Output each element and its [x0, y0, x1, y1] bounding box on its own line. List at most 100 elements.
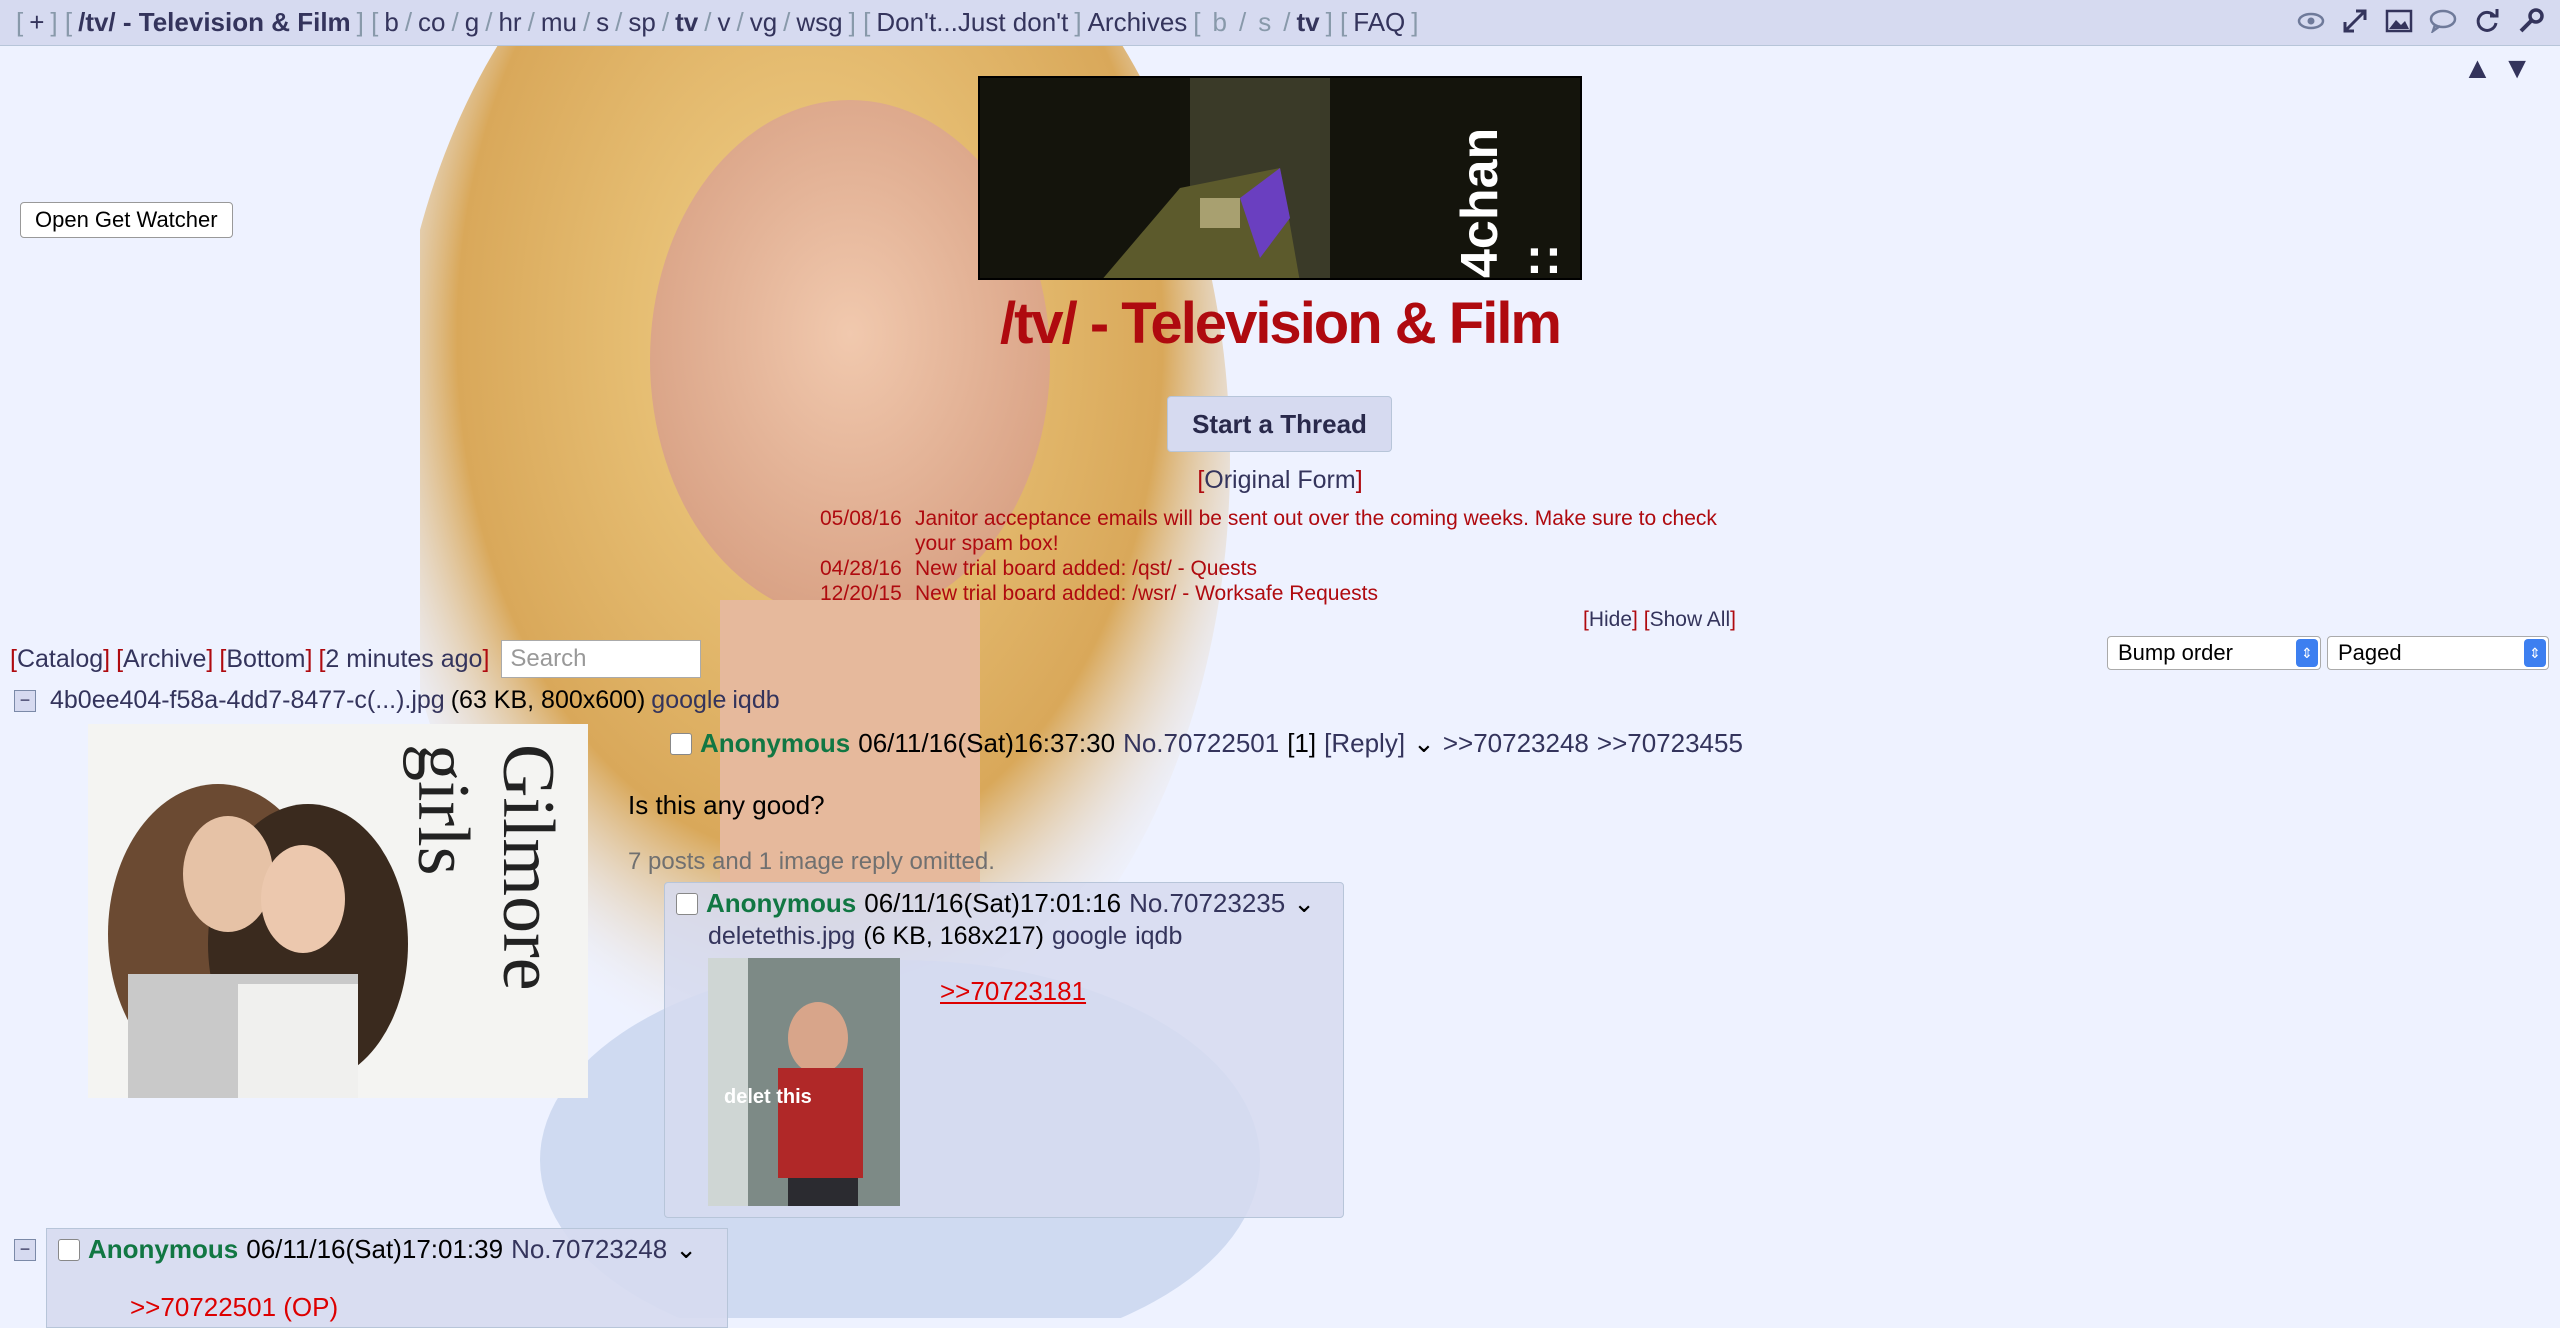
header-icons	[2296, 6, 2546, 36]
board-link-v[interactable]: v	[717, 7, 730, 38]
op-select-checkbox[interactable]	[670, 732, 692, 755]
wrench-icon[interactable]	[2516, 6, 2546, 36]
archive-link-tv[interactable]: tv	[1296, 7, 1319, 38]
omitted-posts-summary[interactable]: 7 posts and 1 image reply omitted.	[628, 848, 995, 876]
op-comment: Is this any good?	[628, 790, 825, 820]
announcement-item: 12/20/15 New trial board added: /wsr/ - …	[820, 581, 1720, 606]
post-menu-chevron-icon[interactable]: ⌄	[1293, 888, 1315, 919]
board-link-g[interactable]: g	[465, 7, 479, 38]
catalog-link[interactable]: Catalog	[17, 645, 103, 673]
reply1-select-checkbox[interactable]	[676, 892, 698, 915]
op-post-number[interactable]: No.70722501	[1123, 728, 1279, 759]
reply1-filename-link[interactable]: deletethis.jpg	[708, 922, 855, 951]
archive-link-b[interactable]: b	[1213, 7, 1227, 38]
bottom-link[interactable]: Bottom	[226, 645, 305, 673]
show-all-announcements-link[interactable]: Show All	[1650, 608, 1731, 631]
reply2-select-checkbox[interactable]	[58, 1238, 80, 1261]
board-link-mu[interactable]: mu	[541, 7, 577, 38]
post-menu-chevron-icon[interactable]: ⌄	[675, 1234, 697, 1265]
current-board-link[interactable]: /tv/ - Television & Film	[78, 7, 351, 38]
announcement-text: Janitor acceptance emails will be sent o…	[915, 507, 1717, 555]
board-link-wsg[interactable]: wsg	[796, 7, 842, 38]
image-icon[interactable]	[2384, 6, 2414, 36]
announcement-date: 04/28/16	[820, 557, 902, 580]
announcements: 05/08/16 Janitor acceptance emails will …	[820, 506, 1720, 606]
iqdb-search-link[interactable]: iqdb	[1135, 922, 1182, 951]
board-link-s[interactable]: s	[596, 7, 609, 38]
original-form-link-wrap: [Original Form]	[1197, 466, 1363, 494]
op-poster-name: Anonymous	[700, 728, 851, 758]
announcement-item: 04/28/16 New trial board added: /qst/ - …	[820, 556, 1720, 581]
reply2-post-info: − Anonymous 06/11/16(Sat)17:01:39 No.707…	[14, 1234, 697, 1265]
add-board-link[interactable]: +	[29, 7, 44, 38]
top-navigation-bar: [ + ] [ /tv/ - Television & Film ] [ b / …	[0, 0, 2560, 46]
view-mode-value: Paged	[2338, 640, 2402, 665]
reply1-quote-link[interactable]: >>70723181	[940, 976, 1086, 1007]
custom-link[interactable]: Don't...Just don't	[876, 7, 1068, 38]
op-file-info: − 4b0ee404-f58a-4dd7-8477-c(...).jpg (63…	[14, 686, 780, 715]
open-get-watcher-button[interactable]: Open Get Watcher	[20, 202, 233, 238]
reply1-datetime: 06/11/16(Sat)17:01:16	[864, 888, 1122, 918]
board-link-co[interactable]: co	[418, 7, 445, 38]
announcement-text: New trial board added: /wsr/ - Worksafe …	[915, 582, 1378, 605]
reply1-thumbnail-image	[708, 958, 900, 1206]
refresh-icon[interactable]	[2472, 6, 2502, 36]
google-search-link[interactable]: google	[1052, 922, 1127, 951]
scroll-arrows: ▲▼	[2463, 52, 2542, 86]
archive-link-s[interactable]: s	[1258, 7, 1271, 38]
iqdb-search-link[interactable]: iqdb	[732, 686, 779, 715]
board-link-hr[interactable]: hr	[498, 7, 521, 38]
op-post-info: Anonymous 06/11/16(Sat)16:37:30 No.70722…	[670, 728, 1743, 759]
board-banner[interactable]: 4chan ::	[978, 76, 1582, 280]
sort-order-value: Bump order	[2118, 640, 2233, 665]
select-chevron-icon: ⇕	[2296, 639, 2318, 667]
reply2-post-number[interactable]: No.70723248	[511, 1234, 667, 1265]
op-backlink[interactable]: >>70723455	[1597, 728, 1743, 759]
sort-order-select[interactable]: Bump order ⇕	[2107, 636, 2321, 670]
op-thumbnail[interactable]: Gilmore girls	[88, 724, 588, 1098]
search-input[interactable]	[501, 640, 702, 678]
board-title: /tv/ - Television & Film	[999, 291, 1562, 356]
board-link-tv[interactable]: tv	[675, 7, 698, 38]
board-link-sp[interactable]: sp	[628, 7, 655, 38]
reply1-post-info: Anonymous 06/11/16(Sat)17:01:16 No.70723…	[676, 888, 1315, 919]
banner-logo-text: 4chan ::	[1451, 127, 1569, 278]
start-thread-button[interactable]: Start a Thread	[1167, 396, 1392, 452]
op-thumbnail-caption: Gilmore girls	[402, 744, 569, 991]
reply1-thumbnail-caption: delet this	[724, 1086, 812, 1108]
view-mode-select[interactable]: Paged ⇕	[2327, 636, 2549, 670]
reply1-thumbnail[interactable]: delet this	[708, 958, 900, 1206]
select-chevron-icon: ⇕	[2524, 639, 2546, 667]
op-reply-count: [1]	[1287, 728, 1317, 758]
op-file-details: (63 KB, 800x600)	[450, 686, 646, 714]
reply1-post-number[interactable]: No.70723235	[1129, 888, 1285, 919]
eye-icon[interactable]	[2296, 6, 2326, 36]
faq-link[interactable]: FAQ	[1353, 7, 1405, 38]
original-form-link[interactable]: Original Form	[1204, 466, 1355, 494]
reply2-poster-name: Anonymous	[88, 1234, 239, 1264]
op-backlink[interactable]: >>70723248	[1443, 728, 1589, 759]
hide-announcements-link[interactable]: Hide	[1589, 608, 1632, 631]
expand-icon[interactable]	[2340, 6, 2370, 36]
archives-label[interactable]: Archives	[1088, 7, 1188, 38]
post-menu-chevron-icon[interactable]: ⌄	[1413, 728, 1435, 759]
board-navigation: [Catalog] [Archive] [Bottom] [2 minutes …	[10, 640, 702, 678]
scroll-down-icon[interactable]: ▼	[2502, 52, 2542, 85]
board-link-b[interactable]: b	[384, 7, 398, 38]
last-updated: 2 minutes ago	[325, 644, 483, 673]
reply1-file-info: deletethis.jpg (6 KB, 168x217) google iq…	[708, 922, 1182, 951]
op-reply-link[interactable]: [Reply]	[1324, 728, 1405, 759]
hide-thread-button[interactable]: −	[14, 689, 36, 712]
announcement-item: 05/08/16 Janitor acceptance emails will …	[820, 506, 1720, 556]
speech-bubble-icon[interactable]	[2428, 6, 2458, 36]
hide-reply-button[interactable]: −	[14, 1238, 36, 1261]
announcement-date: 12/20/15	[820, 582, 902, 605]
board-link-vg[interactable]: vg	[750, 7, 777, 38]
google-search-link[interactable]: google	[651, 686, 726, 715]
scroll-up-icon[interactable]: ▲	[2463, 52, 2503, 85]
reply1-file-details: (6 KB, 168x217)	[863, 922, 1044, 950]
reply2-quote-link[interactable]: >>70722501 (OP)	[130, 1292, 338, 1323]
op-filename-link[interactable]: 4b0ee404-f58a-4dd7-8477-c(...).jpg	[50, 686, 445, 715]
archive-link[interactable]: Archive	[123, 645, 206, 673]
reply1-poster-name: Anonymous	[706, 888, 857, 918]
